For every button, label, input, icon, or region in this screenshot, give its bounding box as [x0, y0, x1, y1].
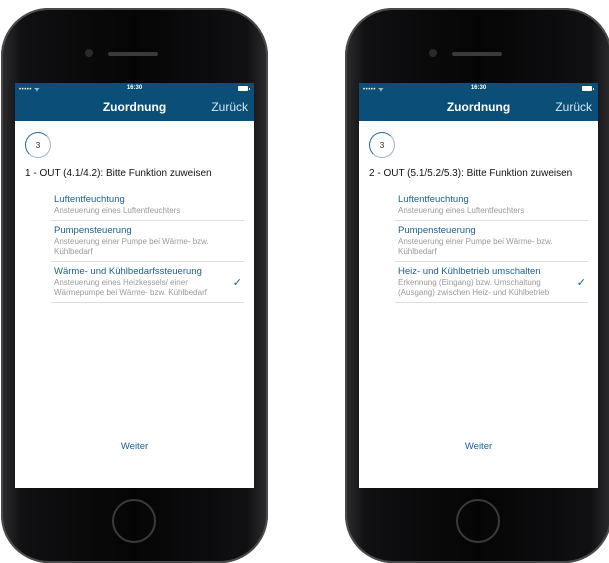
option-title: Luftentfeuchtung: [398, 194, 469, 205]
option-description: Ansteuerung eines Heizkessels/ einer Wär…: [54, 278, 207, 297]
screen: ••••• ᯤ 16:30 Zuordnung Zurück 3 2 - OUT…: [359, 83, 598, 488]
nav-bar: Zuordnung Zurück: [15, 95, 254, 121]
back-button[interactable]: Zurück: [211, 100, 248, 114]
option-description: Ansteuerung eines Luftentfeuchters: [398, 206, 525, 215]
option-pumpensteuerung[interactable]: Pumpensteuerung Ansteuerung einer Pumpe …: [395, 221, 588, 262]
next-button[interactable]: Weiter: [15, 441, 254, 452]
home-button[interactable]: [112, 499, 156, 543]
next-button[interactable]: Weiter: [359, 441, 598, 452]
home-button[interactable]: [456, 499, 500, 543]
checkmark-icon: ✓: [232, 277, 242, 289]
nav-bar: Zuordnung Zurück: [359, 95, 598, 121]
screen: ••••• ᯤ 16:30 Zuordnung Zurück 3 1 - OUT…: [15, 83, 254, 488]
speaker: [108, 52, 158, 56]
page-heading: 1 - OUT (4.1/4.2): Bitte Funktion zuweis…: [25, 168, 212, 179]
option-title: Wärme- und Kühlbedarfssteuerung: [54, 266, 202, 277]
phone-right: ••••• ᯤ 16:30 Zuordnung Zurück 3 2 - OUT…: [345, 8, 609, 563]
speaker: [452, 52, 502, 56]
battery-icon: [582, 86, 594, 91]
content: 3 2 - OUT (5.1/5.2/5.3): Bitte Funktion …: [359, 121, 598, 488]
option-luftentfeuchtung[interactable]: Luftentfeuchtung Ansteuerung eines Lufte…: [395, 190, 588, 221]
option-title: Pumpensteuerung: [398, 225, 476, 236]
option-description: Erkennung (Eingang) bzw. Umschaltung (Au…: [398, 278, 550, 297]
status-bar: ••••• ᯤ 16:30: [359, 83, 598, 95]
back-button[interactable]: Zurück: [555, 100, 592, 114]
status-time: 16:30: [470, 85, 487, 91]
camera: [429, 49, 437, 57]
option-title: Luftentfeuchtung: [54, 194, 125, 205]
option-luftentfeuchtung[interactable]: Luftentfeuchtung Ansteuerung eines Lufte…: [51, 190, 244, 221]
option-title: Pumpensteuerung: [54, 225, 132, 236]
option-list: Luftentfeuchtung Ansteuerung eines Lufte…: [51, 190, 244, 303]
phone-left: ••••• ᯤ 16:30 Zuordnung Zurück 3 1 - OUT…: [1, 8, 268, 563]
status-time: 16:30: [126, 85, 143, 91]
option-description: Ansteuerung einer Pumpe bei Wärme- bzw. …: [54, 237, 209, 256]
option-description: Ansteuerung eines Luftentfeuchters: [54, 206, 181, 215]
status-bar: ••••• ᯤ 16:30: [15, 83, 254, 95]
option-list: Luftentfeuchtung Ansteuerung eines Lufte…: [395, 190, 588, 303]
step-indicator: 3: [369, 132, 395, 158]
content: 3 1 - OUT (4.1/4.2): Bitte Funktion zuwe…: [15, 121, 254, 488]
option-heiz-kuehlbetrieb-umschalten[interactable]: Heiz- und Kühlbetrieb umschalten Erkennu…: [395, 262, 588, 303]
battery-icon: [238, 86, 250, 91]
option-description: Ansteuerung einer Pumpe bei Wärme- bzw. …: [398, 237, 553, 256]
camera: [85, 49, 93, 57]
step-indicator: 3: [25, 132, 51, 158]
option-waerme-kuehlbedarfssteuerung[interactable]: Wärme- und Kühlbedarfssteuerung Ansteuer…: [51, 262, 244, 303]
option-pumpensteuerung[interactable]: Pumpensteuerung Ansteuerung einer Pumpe …: [51, 221, 244, 262]
checkmark-icon: ✓: [576, 277, 586, 289]
option-title: Heiz- und Kühlbetrieb umschalten: [398, 266, 541, 277]
page-heading: 2 - OUT (5.1/5.2/5.3): Bitte Funktion zu…: [369, 168, 573, 179]
